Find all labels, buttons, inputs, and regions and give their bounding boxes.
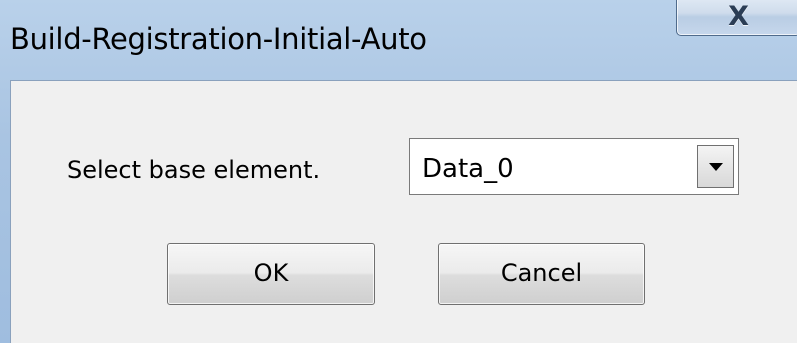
ok-button[interactable]: OK	[167, 243, 375, 305]
dialog-window: Build-Registration-Initial-Auto X Select…	[0, 0, 797, 343]
title-bar[interactable]: Build-Registration-Initial-Auto X	[0, 0, 797, 80]
select-base-element-label: Select base element.	[67, 156, 321, 184]
close-button[interactable]: X	[676, 0, 797, 36]
base-element-value: Data_0	[422, 154, 514, 184]
base-element-select[interactable]: Data_0	[409, 138, 739, 195]
dropdown-button[interactable]	[697, 145, 734, 188]
cancel-button[interactable]: Cancel	[438, 243, 645, 305]
dialog-body: Select base element. Data_0 OK Cancel	[10, 80, 797, 343]
window-title: Build-Registration-Initial-Auto	[10, 22, 427, 56]
chevron-down-icon	[709, 163, 723, 171]
close-icon: X	[728, 1, 749, 32]
